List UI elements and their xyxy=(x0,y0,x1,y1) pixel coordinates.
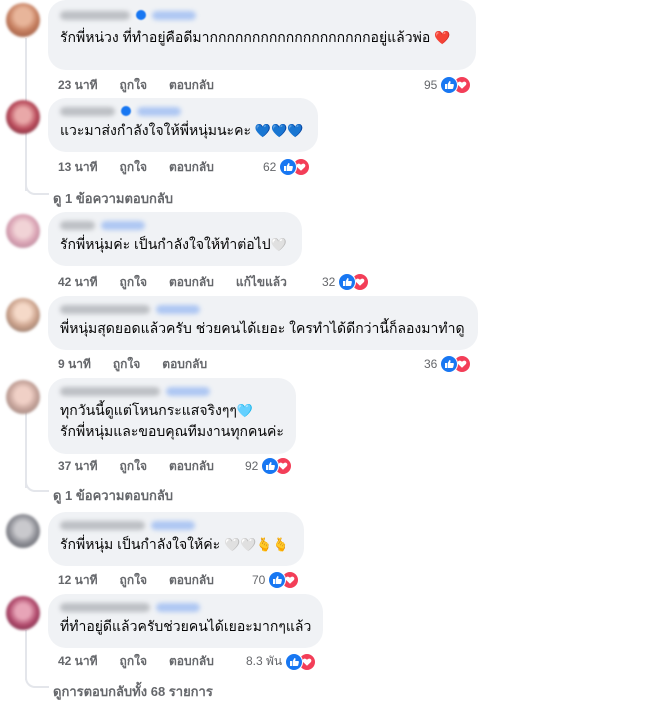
avatar[interactable] xyxy=(6,298,40,332)
reaction-summary[interactable]: 95 xyxy=(424,76,472,94)
reaction-count: 62 xyxy=(263,160,277,174)
comment-text-line2: รักพี่หนุ่มและขอบคุณทีมงานทุกคนค่ะ xyxy=(60,423,284,439)
avatar[interactable] xyxy=(6,214,40,248)
comment-bubble: แวะมาส่งกำลังใจให้พี่หนุ่มนะคะ 💙💙💙 xyxy=(48,98,318,152)
edited-label: แก้ไขแล้ว xyxy=(235,275,287,289)
comment-text: รักพี่หน่วง ที่ทำอยู่คือดีมากกกกกกกกกกกก… xyxy=(60,29,431,45)
timestamp[interactable]: 37 นาที xyxy=(58,457,98,476)
blue-heart-emoji: 💙💙💙 xyxy=(254,123,304,138)
thread-elbow xyxy=(25,674,49,688)
view-replies-link[interactable]: ดู 1 ข้อความตอบกลับ xyxy=(53,485,173,506)
like-button[interactable]: ถูกใจ xyxy=(120,571,147,590)
comment-bubble: ทุกวันนี้ดูแต่โหนกระแสจริงๆๆ🩵 รักพี่หนุ่… xyxy=(48,378,296,454)
reply-button[interactable]: ตอบกลับ xyxy=(169,652,214,671)
comment-text: รักพี่หนุ่มค่ะ เป็นกำลังใจให้ทำต่อไป xyxy=(60,236,271,252)
reaction-summary[interactable]: 92 xyxy=(245,457,293,475)
comment-actions: 9 นาที ถูกใจ ตอบกลับ xyxy=(58,355,229,374)
reaction-count: 92 xyxy=(245,459,259,473)
thread-elbow xyxy=(25,181,49,195)
comment-actions: 23 นาที ถูกใจ ตอบกลับ xyxy=(58,76,236,95)
reaction-summary[interactable]: 8.3 พัน xyxy=(246,652,317,671)
thread-line xyxy=(25,408,27,488)
comment-actions: 42 นาที ถูกใจ ตอบกลับ xyxy=(58,652,236,671)
reaction-count: 32 xyxy=(322,275,336,289)
white-heart-emoji: 🤍 xyxy=(270,237,287,252)
comment-actions: 12 นาที ถูกใจ ตอบกลับ xyxy=(58,571,236,590)
avatar[interactable] xyxy=(6,3,40,37)
timestamp[interactable]: 13 นาที xyxy=(58,158,98,177)
like-button[interactable]: ถูกใจ xyxy=(120,158,147,177)
reaction-summary[interactable]: 70 xyxy=(252,571,300,589)
avatar[interactable] xyxy=(6,100,40,134)
like-button[interactable]: ถูกใจ xyxy=(113,355,140,374)
timestamp[interactable]: 42 นาที xyxy=(58,652,98,671)
comment-text: รักพี่หนุ่ม เป็นกำลังใจให้ค่ะ xyxy=(60,536,221,552)
reaction-summary[interactable]: 36 xyxy=(424,355,472,373)
comment-actions: 42 นาที ถูกใจ ตอบกลับ แก้ไขแล้ว xyxy=(58,273,309,292)
light-blue-heart-emoji: 🩵 xyxy=(236,403,254,418)
comment-bubble: รักพี่หน่วง ที่ทำอยู่คือดีมากกกกกกกกกกกก… xyxy=(48,0,476,70)
reaction-summary[interactable]: 62 xyxy=(263,158,311,176)
thread-elbow xyxy=(25,478,49,492)
like-button[interactable]: ถูกใจ xyxy=(120,273,147,292)
thread-line xyxy=(25,630,27,680)
reaction-count: 36 xyxy=(424,357,438,371)
reaction-count: 70 xyxy=(252,573,266,587)
reply-button[interactable]: ตอบกลับ xyxy=(169,158,214,177)
comment-bubble: รักพี่หนุ่มค่ะ เป็นกำลังใจให้ทำต่อไป🤍 xyxy=(48,212,302,266)
comment-bubble: พี่หนุ่มสุดยอดแล้วครับ ช่วยคนได้เยอะ ใคร… xyxy=(48,296,478,350)
timestamp[interactable]: 9 นาที xyxy=(58,355,91,374)
view-all-replies-link[interactable]: ดูการตอบกลับทั้ง 68 รายการ xyxy=(53,681,213,702)
like-button[interactable]: ถูกใจ xyxy=(120,76,147,95)
heart-emoji: ❤️ xyxy=(434,30,451,45)
timestamp[interactable]: 23 นาที xyxy=(58,76,98,95)
reply-button[interactable]: ตอบกลับ xyxy=(169,76,214,95)
reply-button[interactable]: ตอบกลับ xyxy=(162,355,207,374)
avatar[interactable] xyxy=(6,380,40,414)
reaction-count: 8.3 พัน xyxy=(246,654,283,668)
thumbs-up-icon xyxy=(285,652,304,671)
avatar[interactable] xyxy=(6,596,40,630)
heart-hands-emoji: 🤍🤍🫰🫰 xyxy=(224,537,289,552)
comment-bubble: ที่ทำอยู่ดีแล้วครับช่วยคนได้เยอะมากๆแล้ว xyxy=(48,594,323,648)
reply-button[interactable]: ตอบกลับ xyxy=(169,457,214,476)
timestamp[interactable]: 12 นาที xyxy=(58,571,98,590)
avatar[interactable] xyxy=(6,514,40,548)
like-button[interactable]: ถูกใจ xyxy=(120,457,147,476)
comment-bubble: รักพี่หนุ่ม เป็นกำลังใจให้ค่ะ 🤍🤍🫰🫰 xyxy=(48,512,304,566)
like-button[interactable]: ถูกใจ xyxy=(120,652,147,671)
timestamp[interactable]: 42 นาที xyxy=(58,273,98,292)
view-replies-link[interactable]: ดู 1 ข้อความตอบกลับ xyxy=(53,188,173,209)
reply-button[interactable]: ตอบกลับ xyxy=(169,273,214,292)
reply-button[interactable]: ตอบกลับ xyxy=(169,571,214,590)
comment-text: พี่หนุ่มสุดยอดแล้วครับ ช่วยคนได้เยอะ ใคร… xyxy=(60,320,465,336)
verified-icon xyxy=(136,10,146,20)
comment-text: แวะมาส่งกำลังใจให้พี่หนุ่มนะคะ xyxy=(60,122,251,138)
comment-text: ทุกวันนี้ดูแต่โหนกระแสจริงๆๆ xyxy=(60,402,237,418)
comment-actions: 13 นาที ถูกใจ ตอบกลับ xyxy=(58,158,236,177)
reaction-summary[interactable]: 32 xyxy=(322,273,370,291)
comment-text: ที่ทำอยู่ดีแล้วครับช่วยคนได้เยอะมากๆแล้ว xyxy=(60,618,312,634)
comment-actions: 37 นาที ถูกใจ ตอบกลับ xyxy=(58,457,236,476)
reaction-count: 95 xyxy=(424,78,438,92)
